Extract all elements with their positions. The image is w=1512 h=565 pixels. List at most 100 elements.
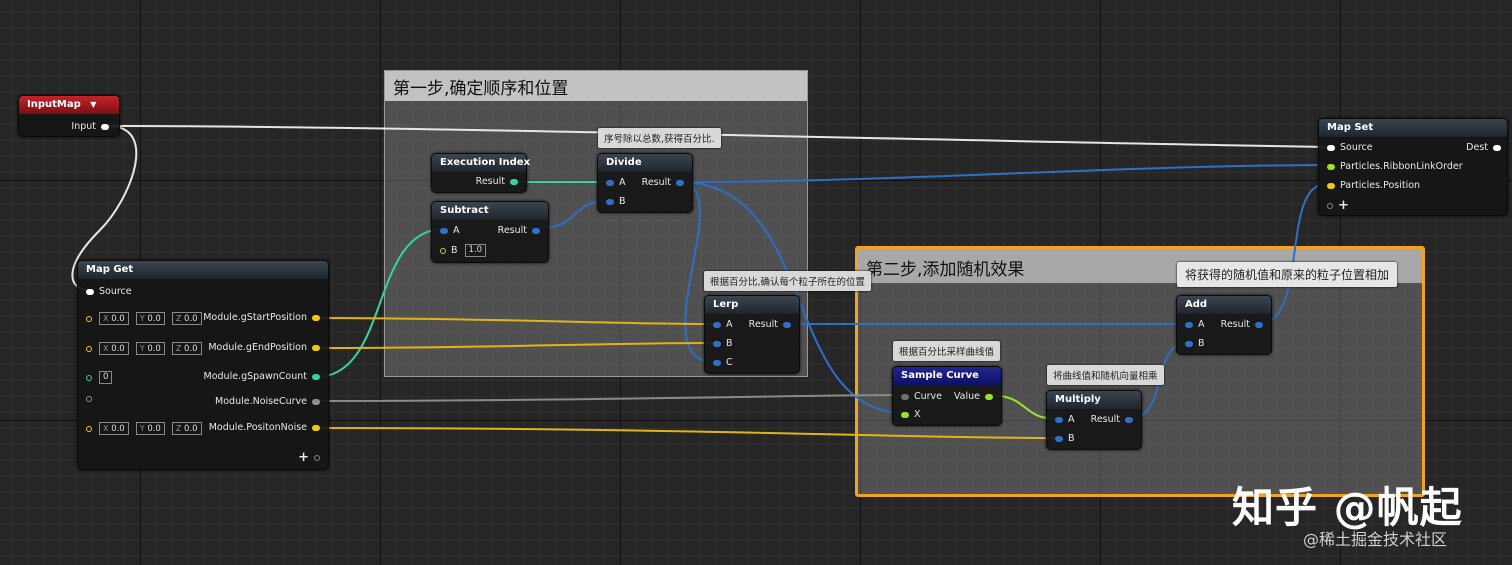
pin-spawn-count[interactable]: Module.gSpawnCount [204, 371, 320, 382]
y-field[interactable]: Y 0.0 [135, 312, 165, 325]
float-pin-icon[interactable] [713, 359, 721, 366]
y-field[interactable]: Y 0.0 [135, 422, 165, 435]
pin-b[interactable]: B [713, 338, 733, 349]
x-field[interactable]: X 0.0 [99, 422, 129, 435]
float-pin-icon[interactable] [1125, 416, 1133, 423]
add-pin-icon[interactable] [1327, 202, 1333, 209]
pin-b[interactable]: B [1055, 433, 1075, 444]
vector-pin-icon[interactable] [86, 345, 92, 352]
node-add[interactable]: Add A B Result [1176, 295, 1272, 355]
exec-pin-icon[interactable] [101, 123, 109, 130]
float-pin-icon[interactable] [985, 393, 993, 400]
y-field[interactable]: Y 0.0 [135, 342, 165, 355]
z-field[interactable]: Z 0.0 [171, 422, 202, 435]
pin-position-noise[interactable]: Module.PositonNoise [209, 422, 320, 433]
add-pin-button[interactable]: + [1327, 198, 1349, 213]
node-map-get[interactable]: Map Get Source X 0.0 Y 0.0 Z 0.0 Module.… [77, 260, 329, 470]
pin-noise-curve[interactable]: Module.NoiseCurve [215, 396, 320, 407]
node-subtract[interactable]: Subtract A B 1.0 Result [431, 201, 549, 263]
vector-pin-icon[interactable] [312, 424, 320, 431]
pin-x[interactable]: X [901, 409, 921, 420]
float-pin-icon[interactable] [1055, 435, 1063, 442]
pin-curve[interactable]: Curve [901, 391, 942, 402]
float-pin-icon[interactable] [676, 179, 684, 186]
pin-a[interactable]: A [1185, 319, 1205, 330]
pin-result[interactable]: Result [498, 225, 540, 236]
float-pin-icon[interactable] [440, 247, 446, 254]
pin-ribbon-link-order[interactable]: Particles.RibbonLinkOrder [1327, 161, 1463, 172]
node-execution-index[interactable]: Execution Index Result [431, 153, 530, 193]
node-multiply[interactable]: Multiply A B Result [1046, 390, 1142, 450]
float-pin-icon[interactable] [901, 411, 909, 418]
node-divide[interactable]: Divide A B Result [597, 153, 693, 213]
pin-position[interactable]: Particles.Position [1327, 180, 1420, 191]
spawn-count-field[interactable]: 0 [99, 371, 113, 384]
curve-pin-icon[interactable] [312, 398, 320, 405]
x-field[interactable]: X 0.0 [99, 342, 129, 355]
node-title: InputMap ▼ [19, 96, 119, 114]
pin-a[interactable]: A [713, 319, 733, 330]
x-field[interactable]: X 0.0 [99, 312, 129, 325]
float-pin-icon[interactable] [1055, 416, 1063, 423]
vector-pin-icon[interactable] [312, 344, 320, 351]
pin-result[interactable]: Result [1091, 414, 1133, 425]
pin-input[interactable]: Input [71, 121, 109, 132]
float-pin-icon[interactable] [713, 340, 721, 347]
wire-noisecurve-to-sample [315, 394, 906, 402]
node-input-map[interactable]: InputMap ▼ Input [18, 95, 120, 137]
int-input-spawn[interactable]: 0 [86, 371, 113, 384]
pin-result[interactable]: Result [1221, 319, 1263, 330]
vector-input-noise[interactable]: X 0.0 Y 0.0 Z 0.0 [86, 422, 202, 435]
node-map-set[interactable]: Map Set Source Dest Particles.RibbonLink… [1318, 118, 1508, 216]
curve-pin-icon[interactable] [86, 396, 92, 402]
vector-pin-icon[interactable] [86, 315, 92, 322]
float-pin-icon[interactable] [1185, 340, 1193, 347]
float-pin-icon[interactable] [606, 198, 614, 205]
pin-a[interactable]: A [440, 225, 460, 236]
exec-pin-icon[interactable] [1327, 144, 1335, 151]
curve-input[interactable] [86, 396, 92, 402]
curve-pin-icon[interactable] [901, 393, 909, 400]
add-pin-button[interactable]: + [298, 450, 320, 465]
pin-value[interactable]: Value [954, 391, 993, 402]
float-pin-icon[interactable] [783, 321, 791, 328]
pin-result[interactable]: Result [642, 177, 684, 188]
pin-source[interactable]: Source [86, 286, 132, 297]
add-pin-icon[interactable] [314, 454, 320, 461]
int-pin-icon[interactable] [312, 373, 320, 380]
pin-a[interactable]: A [1055, 414, 1075, 425]
vector-pin-icon[interactable] [312, 314, 320, 321]
pin-source[interactable]: Source [1327, 142, 1373, 153]
b-value-field[interactable]: 1.0 [464, 244, 487, 257]
pin-end-position[interactable]: Module.gEndPosition [208, 342, 320, 353]
vector-input-start[interactable]: X 0.0 Y 0.0 Z 0.0 [86, 312, 202, 325]
vector-pin-icon[interactable] [1327, 182, 1335, 189]
vector-input-end[interactable]: X 0.0 Y 0.0 Z 0.0 [86, 342, 202, 355]
float-pin-icon[interactable] [1255, 321, 1263, 328]
float-pin-icon[interactable] [1327, 163, 1335, 170]
pin-result[interactable]: Result [476, 176, 518, 187]
vector-pin-icon[interactable] [86, 425, 92, 432]
node-lerp[interactable]: Lerp A B C Result [704, 295, 800, 374]
pin-dest[interactable]: Dest [1466, 142, 1501, 153]
exec-pin-icon[interactable] [1493, 144, 1501, 151]
float-pin-icon[interactable] [713, 321, 721, 328]
pin-start-position[interactable]: Module.gStartPosition [203, 312, 320, 323]
pin-c[interactable]: C [713, 357, 733, 368]
z-field[interactable]: Z 0.0 [171, 312, 202, 325]
exec-pin-icon[interactable] [86, 288, 94, 295]
node-sample-curve[interactable]: Sample Curve Curve X Value [892, 366, 1002, 426]
float-pin-icon[interactable] [1185, 321, 1193, 328]
float-pin-icon[interactable] [440, 227, 448, 234]
pin-result[interactable]: Result [749, 319, 791, 330]
float-pin-icon[interactable] [532, 227, 540, 234]
pin-b[interactable]: B 1.0 [440, 244, 487, 257]
dropdown-triangle-icon[interactable]: ▼ [90, 100, 96, 109]
pin-a[interactable]: A [606, 177, 626, 188]
float-pin-icon[interactable] [606, 179, 614, 186]
int-pin-icon[interactable] [510, 178, 518, 185]
int-pin-icon[interactable] [86, 374, 92, 381]
pin-b[interactable]: B [1185, 338, 1205, 349]
pin-b[interactable]: B [606, 196, 626, 207]
z-field[interactable]: Z 0.0 [171, 342, 202, 355]
